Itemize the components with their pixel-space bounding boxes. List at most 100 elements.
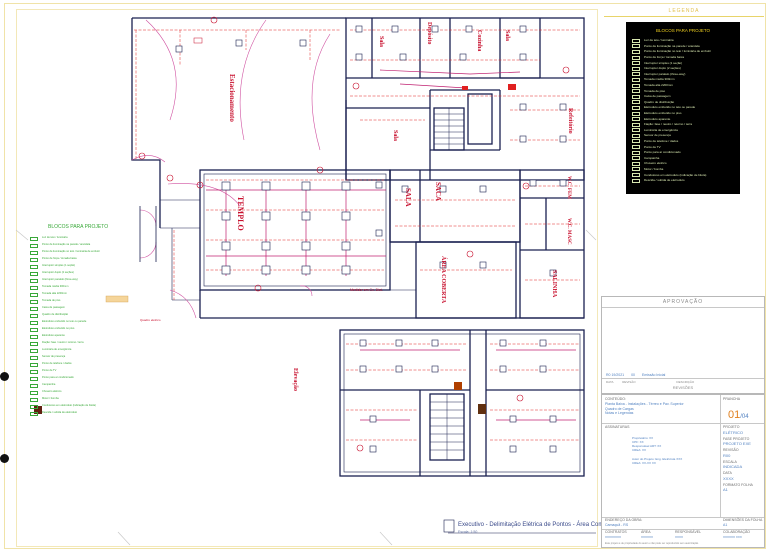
room-label-salinha: SALINHA (551, 270, 557, 298)
dimensoes-label: DIMENSÕES DA FOLHA (723, 518, 763, 522)
legend-item: Interruptor simples (1 seção) (30, 263, 140, 270)
legend-item-label: Descida / subida de eletroduto (644, 178, 685, 183)
legend-item: Ponto de força / tomada baixa (30, 256, 140, 263)
legend-item-label: Tomada média 300mm (644, 77, 675, 82)
legend-green-list: Luz de teto / luminária Ponto de iluminaç… (30, 235, 140, 417)
legend-item: Quadro de distribuição (30, 312, 140, 319)
legend-item: Descida / subida de eletroduto (30, 410, 140, 417)
legend-item-label: Ponto de iluminação na parede / arandela (42, 243, 91, 247)
legend-item: Descida / subida de eletroduto (632, 178, 740, 184)
legend-symbol-icon (632, 150, 640, 155)
legend-item-label: Ponto de TV (644, 144, 661, 149)
legend-symbol-icon (632, 44, 640, 49)
legend-symbol-icon (632, 105, 640, 110)
legend-item-label: Eletroduto embutido no piso (42, 327, 75, 331)
legend-symbol-icon (632, 178, 640, 183)
legend-item-label: Eletroduto aparente (644, 116, 671, 121)
legend-symbol-icon (632, 111, 640, 116)
tb-right-fields: PROJETO ELÉTRICO FASE PROJETO PROJETO EX… (723, 425, 753, 492)
legend-symbol-icon (30, 355, 38, 360)
legend-item-label: Condutores em eletroduto (indicação de b… (42, 404, 96, 408)
legend-symbol-icon (30, 285, 38, 290)
legend-item-label: Tomada de piso (42, 299, 61, 303)
obra-value: Camaquã - RS (605, 523, 629, 527)
prancha-label: PRANCHA (723, 397, 741, 401)
legend-symbol-icon (30, 264, 38, 269)
legend-item-label: Luz de teto / luminária (42, 236, 68, 240)
legend-symbol-icon (30, 397, 38, 402)
legend-item-label: Campainha (42, 383, 56, 387)
contents-lines: Planta Baixa - Instalações - Térreo e Pa… (605, 402, 684, 415)
legend-item-label: Sensor de presença (42, 355, 66, 359)
room-label-wc-masc: W.C. MASC (566, 218, 571, 245)
room-label-refeitorio: Refeitório (567, 108, 573, 134)
legend-header-rule (604, 16, 764, 17)
legend-symbol-icon (30, 299, 38, 304)
legend-symbol-icon (632, 89, 640, 94)
legend-symbol-icon (30, 306, 38, 311)
legend-symbol-icon (632, 139, 640, 144)
legend-item-label: Motor / bomba (644, 166, 664, 171)
revisions-label: REVISÕES (672, 385, 694, 390)
legend-item-label: Ponto para ar condicionado (42, 376, 74, 380)
legend-item-label: Caixa de passagem (644, 94, 671, 99)
legend-item: Eletroduto aparente (30, 333, 140, 340)
quadro-note: Quadro elétrico (140, 318, 161, 322)
legend-item-label: Quadro de distribuição (42, 313, 69, 317)
obra-label: ENDEREÇO DA OBRA: (605, 518, 643, 522)
legend-symbol-icon (30, 250, 38, 255)
signature-lines: Proprietário: XX CPF: XX Responsável ART… (632, 436, 683, 465)
legend-item-label: Interruptor simples (1 seção) (42, 264, 76, 268)
legend-item-label: Eletroduto aparente (42, 334, 65, 338)
legend-item-label: Interruptor simples (1 seção) (644, 60, 683, 65)
legend-item-label: Interruptor paralelo (three-way) (644, 71, 686, 76)
legend-item-label: Fiação: fase / neutro / retorno / terra (644, 122, 693, 127)
legend-item: Luz de teto / luminária (30, 235, 140, 242)
legend-symbol-icon (30, 411, 38, 416)
legend-symbol-icon (30, 369, 38, 374)
room-label-deposito: Depósito (426, 22, 432, 45)
legend-item-label: Luz de teto / luminária (644, 38, 674, 43)
legend-green: BLOCOS PARA PROJETO Luz de teto / luminá… (30, 224, 140, 417)
room-label-sala-1: Sala (378, 36, 384, 48)
legend-symbol-icon (30, 334, 38, 339)
legend-item: Interruptor duplo (2 seções) (30, 270, 140, 277)
room-label-estacionamento: Estacionamento (228, 74, 236, 122)
legend-symbol-icon (30, 348, 38, 353)
legend-symbol-icon (632, 128, 640, 133)
plan-scale: Escala: 1:50 (458, 530, 478, 534)
legend-symbol-icon (632, 173, 640, 178)
room-label-area-coberta: ÁREA COBERTA (440, 256, 446, 304)
legend-symbol-icon (632, 55, 640, 60)
legend-item-label: Descida / subida de eletroduto (42, 411, 78, 415)
legend-item: Chuveiro elétrico (30, 389, 140, 396)
legend-symbol-icon (30, 376, 38, 381)
legend-item-label: Ponto de força / tomada baixa (42, 257, 77, 261)
legend-item-label: Condutores em eletroduto (indicação de b… (644, 172, 707, 177)
legend-symbol-icon (632, 61, 640, 66)
prancha-number: 01/04 (728, 409, 749, 421)
legend-item-label: Interruptor duplo (2 seções) (644, 66, 681, 71)
legend-symbol-icon (632, 117, 640, 122)
legend-symbol-icon (30, 236, 38, 241)
legend-symbol-icon (30, 327, 38, 332)
legend-item: Luminária de emergência (30, 347, 140, 354)
legend-symbol-icon (632, 122, 640, 127)
dimensoes-value: A1 (723, 523, 728, 527)
legend-item: Tomada de piso (30, 298, 140, 305)
room-label-saca: SACA (434, 182, 442, 202)
legend-symbol-icon (30, 278, 38, 283)
legend-item: Campainha (30, 382, 140, 389)
legend-symbol-icon (30, 383, 38, 388)
legend-item-label: Ponto de iluminação na parede / arandela (644, 43, 700, 48)
legend-item: Eletroduto embutido no piso (30, 326, 140, 333)
legend-item-label: Ponto de telefone / dados (42, 362, 72, 366)
room-label-sala-2: Sala (504, 30, 510, 42)
legend-symbol-icon (632, 100, 640, 105)
legend-item-label: Campainha (644, 155, 660, 160)
legend-item-label: Ponto de TV (42, 369, 57, 373)
legend-symbol-icon (30, 271, 38, 276)
legend-item: Tomada alta 2200mm (30, 291, 140, 298)
legend-symbol-icon (30, 320, 38, 325)
legend-symbol-icon (30, 390, 38, 395)
